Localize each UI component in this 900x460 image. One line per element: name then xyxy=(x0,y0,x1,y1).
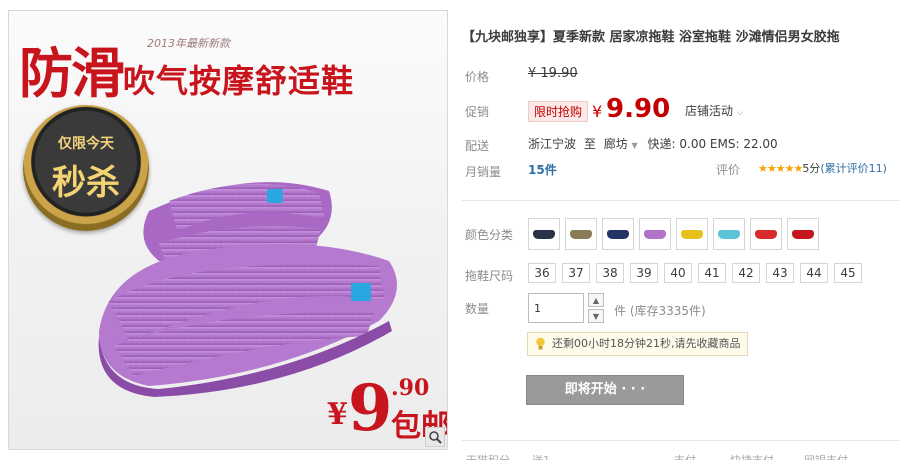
countdown-text: 还剩00小时18分钟21秒,请先收藏商品 xyxy=(552,337,741,350)
divider xyxy=(462,440,900,441)
ship-from: 浙江宁波 xyxy=(528,137,577,151)
coming-soon-button[interactable]: 即将开始 · · · xyxy=(526,375,684,405)
image-price-yen: ¥ xyxy=(327,397,348,432)
color-swatch[interactable] xyxy=(602,218,634,250)
color-swatches xyxy=(528,218,819,250)
lightbulb-icon xyxy=(536,337,545,350)
product-image[interactable]: 防滑吹气按摩舒适鞋 2013年最新新款 仅限今天 秒杀 ¥9 .90 包邮 xyxy=(8,10,448,450)
slipper-illustration xyxy=(98,182,397,397)
slipper-icon xyxy=(644,229,666,239)
image-price-art: ¥9 .90 包邮 xyxy=(327,371,447,446)
image-price-dec: .90 xyxy=(391,375,430,401)
quantity-unit-stock: 件 (库存3335件) xyxy=(614,304,706,318)
product-page: 防滑吹气按摩舒适鞋 2013年最新新款 仅限今天 秒杀 ¥9 .90 包邮 【九… xyxy=(0,0,900,460)
size-option[interactable]: 38 xyxy=(596,263,624,283)
year-tag: 2013年最新新款 xyxy=(147,37,230,50)
monthly-sales-value: 15件 xyxy=(528,163,557,177)
ship-fees: 快递: 0.00 EMS: 22.00 xyxy=(647,137,778,151)
size-option[interactable]: 39 xyxy=(630,263,658,283)
promo-label: 促销 xyxy=(465,105,490,119)
monthly-sales-label: 月销量 xyxy=(465,165,502,179)
size-options: 36 37 38 39 40 41 42 43 44 45 xyxy=(528,263,862,283)
shipping-info: 浙江宁波 至 廊坊 ▼ 快递: 0.00 EMS: 22.00 xyxy=(528,135,778,152)
product-title: 【九块邮独享】夏季新款 居家凉拖鞋 浴室拖鞋 沙滩情侣男女胶拖 xyxy=(462,30,840,45)
shop-activity-dropdown[interactable]: 店铺活动 ⌵ xyxy=(685,102,744,119)
color-swatch[interactable] xyxy=(713,218,745,250)
slipper-icon xyxy=(607,229,629,239)
size-option[interactable]: 45 xyxy=(834,263,862,283)
slipper-icon xyxy=(681,229,703,239)
size-option[interactable]: 42 xyxy=(732,263,760,283)
quantity-label: 数量 xyxy=(465,302,490,316)
bottom-points-value: 送1 xyxy=(532,452,550,460)
size-label: 拖鞋尺码 xyxy=(465,269,514,283)
ship-to: 廊坊 xyxy=(603,137,628,151)
size-option[interactable]: 43 xyxy=(766,263,794,283)
bottom-pay-label: 支付 xyxy=(674,452,696,460)
color-swatch[interactable] xyxy=(639,218,671,250)
headline-big: 防滑 xyxy=(19,41,125,105)
promo-price: ¥ 9.90 xyxy=(592,94,670,124)
color-swatch[interactable] xyxy=(528,218,560,250)
image-price-int: 9 xyxy=(347,371,393,446)
quantity-increase-button[interactable]: ▲ xyxy=(588,293,604,307)
divider xyxy=(462,200,900,201)
price-label: 价格 xyxy=(465,70,490,84)
bottom-quick-pay: 快捷支付 xyxy=(730,452,774,460)
shop-activity-label: 店铺活动 xyxy=(685,104,734,118)
bottom-bank-pay: 网银支付 xyxy=(804,452,848,460)
star-rating-icon: ★★★★★ xyxy=(758,162,803,175)
slipper-icon xyxy=(718,229,740,239)
zoom-icon[interactable] xyxy=(425,427,445,447)
rating-score: 5分 xyxy=(802,162,821,175)
size-option[interactable]: 37 xyxy=(562,263,590,283)
bottom-points-label: 天猫积分 xyxy=(466,452,510,460)
slipper-icon xyxy=(792,229,814,239)
countdown-notice: 还剩00小时18分钟21秒,请先收藏商品 xyxy=(527,332,748,356)
promo-price-yen: ¥ xyxy=(592,102,603,121)
slipper-icon xyxy=(570,229,592,239)
promo-badge: 限时抢购 xyxy=(528,101,589,122)
chevron-down-icon: ▼ xyxy=(631,141,638,150)
color-swatch[interactable] xyxy=(565,218,597,250)
size-option[interactable]: 41 xyxy=(698,263,726,283)
slipper-icon xyxy=(755,229,777,239)
quantity-input[interactable] xyxy=(528,293,584,323)
original-price: ¥ 19.90 xyxy=(528,66,578,81)
quantity-decrease-button[interactable]: ▼ xyxy=(588,309,604,323)
rating-label: 评价 xyxy=(716,163,741,177)
size-option[interactable]: 44 xyxy=(800,263,828,283)
promo-price-value: 9.90 xyxy=(606,94,671,124)
chevron-down-icon: ⌵ xyxy=(736,108,744,118)
size-option[interactable]: 40 xyxy=(664,263,692,283)
headline-small: 吹气按摩舒适鞋 xyxy=(123,62,355,100)
ship-to-word: 至 xyxy=(583,137,596,151)
color-swatch[interactable] xyxy=(787,218,819,250)
color-label: 颜色分类 xyxy=(465,228,514,242)
shipping-label: 配送 xyxy=(465,139,490,153)
color-swatch[interactable] xyxy=(676,218,708,250)
size-option[interactable]: 36 xyxy=(528,263,556,283)
rating: ★★★★★5分(累计评价11) xyxy=(758,160,887,176)
seal-top-text: 仅限今天 xyxy=(58,136,114,152)
slipper-icon xyxy=(533,229,555,239)
review-count-link[interactable]: (累计评价11) xyxy=(820,162,887,175)
ship-to-dropdown[interactable]: 廊坊 ▼ xyxy=(604,137,638,151)
color-swatch[interactable] xyxy=(750,218,782,250)
